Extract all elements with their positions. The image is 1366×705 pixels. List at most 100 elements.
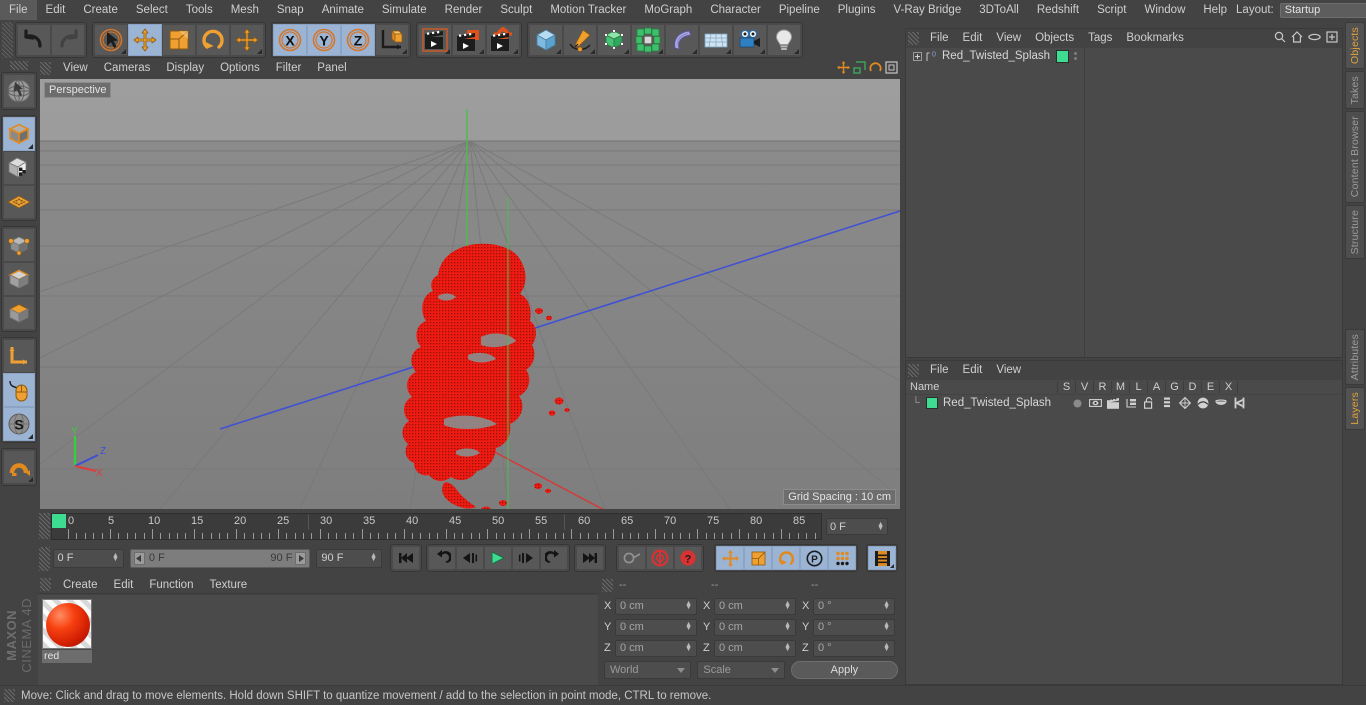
- light-button[interactable]: [767, 24, 801, 56]
- menu-render[interactable]: Render: [436, 0, 492, 20]
- record-button[interactable]: [646, 546, 675, 570]
- menu-help[interactable]: Help: [1194, 0, 1236, 20]
- status-bar-grip[interactable]: [4, 689, 15, 702]
- tab-takes[interactable]: Takes: [1345, 71, 1365, 110]
- object-axis-button[interactable]: [3, 339, 35, 373]
- autokey-button[interactable]: [618, 546, 647, 570]
- viewport-maximize-icon[interactable]: [885, 60, 898, 77]
- object-menu-tags[interactable]: Tags: [1081, 29, 1119, 47]
- environment-floor-button[interactable]: [699, 24, 733, 56]
- timeline-range-bar[interactable]: 0 F 90 F: [129, 548, 311, 568]
- layer-color-tag[interactable]: [1056, 49, 1070, 63]
- render-clapper-icon[interactable]: [1104, 397, 1122, 409]
- visible-eye-icon[interactable]: [1086, 398, 1104, 408]
- enable-axis-button[interactable]: S: [3, 407, 35, 441]
- position-x-field[interactable]: 0 cm ▲ ▼: [615, 597, 697, 615]
- spinner-icon[interactable]: ▲ ▼: [784, 642, 791, 653]
- ellipse-icon[interactable]: [1308, 31, 1321, 46]
- material-menu-function[interactable]: Function: [141, 576, 201, 594]
- go-to-start-button[interactable]: [392, 546, 421, 570]
- menu-edit[interactable]: Edit: [37, 0, 75, 20]
- material-menu-texture[interactable]: Texture: [201, 576, 255, 594]
- viewport-menu-display[interactable]: Display: [158, 60, 212, 77]
- tab-content-browser[interactable]: Content Browser: [1345, 111, 1365, 203]
- rotate-tool-button[interactable]: [196, 24, 230, 56]
- coord-system-select[interactable]: World: [604, 661, 692, 679]
- cube-primitive-button[interactable]: [529, 24, 563, 56]
- material-thumbnail[interactable]: [42, 599, 92, 649]
- timeline-control-grip[interactable]: [39, 546, 50, 571]
- scale-key-button[interactable]: [744, 546, 773, 570]
- spinner-icon[interactable]: ▲ ▼: [883, 621, 890, 632]
- menu-character[interactable]: Character: [701, 0, 770, 20]
- add-panel-icon[interactable]: [1326, 30, 1338, 46]
- spinner-icon[interactable]: ▲ ▼: [883, 642, 890, 653]
- menu-pipeline[interactable]: Pipeline: [770, 0, 829, 20]
- menu-create[interactable]: Create: [74, 0, 127, 20]
- y-axis-lock-button[interactable]: Y: [307, 24, 341, 56]
- model-mode-button[interactable]: [3, 117, 35, 151]
- generator-nurbs-button[interactable]: [597, 24, 631, 56]
- undo-button[interactable]: [17, 24, 51, 56]
- rotation-z-field[interactable]: 0 ° ▲ ▼: [813, 639, 895, 657]
- menu-window[interactable]: Window: [1135, 0, 1194, 20]
- viewport-mouse-button[interactable]: [3, 373, 35, 407]
- next-key-button[interactable]: [540, 546, 569, 570]
- go-to-end-button[interactable]: [576, 546, 605, 570]
- viewport-scale-icon[interactable]: [853, 60, 866, 77]
- xref-icon[interactable]: [1230, 397, 1248, 409]
- menu-animate[interactable]: Animate: [313, 0, 373, 20]
- timeline-start-field[interactable]: 0 F ▲ ▼: [52, 548, 124, 568]
- menu-sculpt[interactable]: Sculpt: [491, 0, 541, 20]
- viewport-grip[interactable]: [40, 62, 51, 75]
- menu-simulate[interactable]: Simulate: [373, 0, 436, 20]
- move-alt-tool-button[interactable]: [230, 24, 264, 56]
- size-y-field[interactable]: 0 cm ▲ ▼: [714, 618, 796, 636]
- expand-toggle-icon[interactable]: [910, 51, 924, 61]
- menu-mograph[interactable]: MoGraph: [635, 0, 701, 20]
- material-menu-create[interactable]: Create: [55, 576, 106, 594]
- spinner-icon[interactable]: ▲ ▼: [784, 600, 791, 611]
- rotation-key-button[interactable]: [772, 546, 801, 570]
- spinner-icon[interactable]: ▲ ▼: [784, 621, 791, 632]
- material-menu-edit[interactable]: Edit: [106, 576, 142, 594]
- layer-color-swatch[interactable]: [926, 397, 938, 409]
- param-key-button[interactable]: P: [800, 546, 829, 570]
- solo-dot-icon[interactable]: [1068, 399, 1086, 408]
- material-list[interactable]: red: [38, 595, 598, 685]
- redo-button[interactable]: [51, 24, 85, 56]
- animation-bars-icon[interactable]: [1158, 397, 1176, 409]
- menu-mesh[interactable]: Mesh: [222, 0, 268, 20]
- position-key-button[interactable]: [716, 546, 745, 570]
- layout-select[interactable]: Startup: [1279, 2, 1366, 18]
- workplane-mode-button[interactable]: [3, 185, 35, 219]
- step-forward-button[interactable]: [512, 546, 541, 570]
- size-mode-select[interactable]: Scale: [697, 661, 785, 679]
- viewport-rotate-icon[interactable]: [869, 61, 882, 77]
- render-picture-viewer-button[interactable]: [452, 24, 486, 56]
- layer-row[interactable]: └ Red_Twisted_Splash: [906, 395, 1342, 411]
- spinner-icon[interactable]: ▲ ▼: [370, 552, 377, 563]
- tab-attributes[interactable]: Attributes: [1345, 329, 1365, 386]
- layer-menu-edit[interactable]: Edit: [956, 361, 990, 379]
- timeline-playhead[interactable]: [52, 514, 66, 528]
- layer-menu-file[interactable]: File: [923, 361, 956, 379]
- spinner-icon[interactable]: ▲ ▼: [685, 600, 692, 611]
- spinner-icon[interactable]: ▲ ▼: [112, 552, 119, 563]
- viewport-menu-filter[interactable]: Filter: [268, 60, 310, 77]
- menu-script[interactable]: Script: [1088, 0, 1135, 20]
- mograph-array-button[interactable]: [631, 24, 665, 56]
- object-manager-grip[interactable]: [908, 31, 919, 45]
- menu-3dtoall[interactable]: 3DToAll: [970, 0, 1028, 20]
- pla-key-button[interactable]: [828, 546, 857, 570]
- rotation-y-field[interactable]: 0 ° ▲ ▼: [813, 618, 895, 636]
- spinner-icon[interactable]: ▲ ▼: [877, 521, 884, 532]
- viewport-menu-options[interactable]: Options: [212, 60, 268, 77]
- tab-structure[interactable]: Structure: [1345, 204, 1365, 260]
- menu-snap[interactable]: Snap: [268, 0, 313, 20]
- scale-tool-button[interactable]: [162, 24, 196, 56]
- live-selection-globe-button[interactable]: [3, 74, 35, 108]
- step-back-button[interactable]: [456, 546, 485, 570]
- object-menu-objects[interactable]: Objects: [1028, 29, 1081, 47]
- record-question-button[interactable]: ?: [674, 546, 703, 570]
